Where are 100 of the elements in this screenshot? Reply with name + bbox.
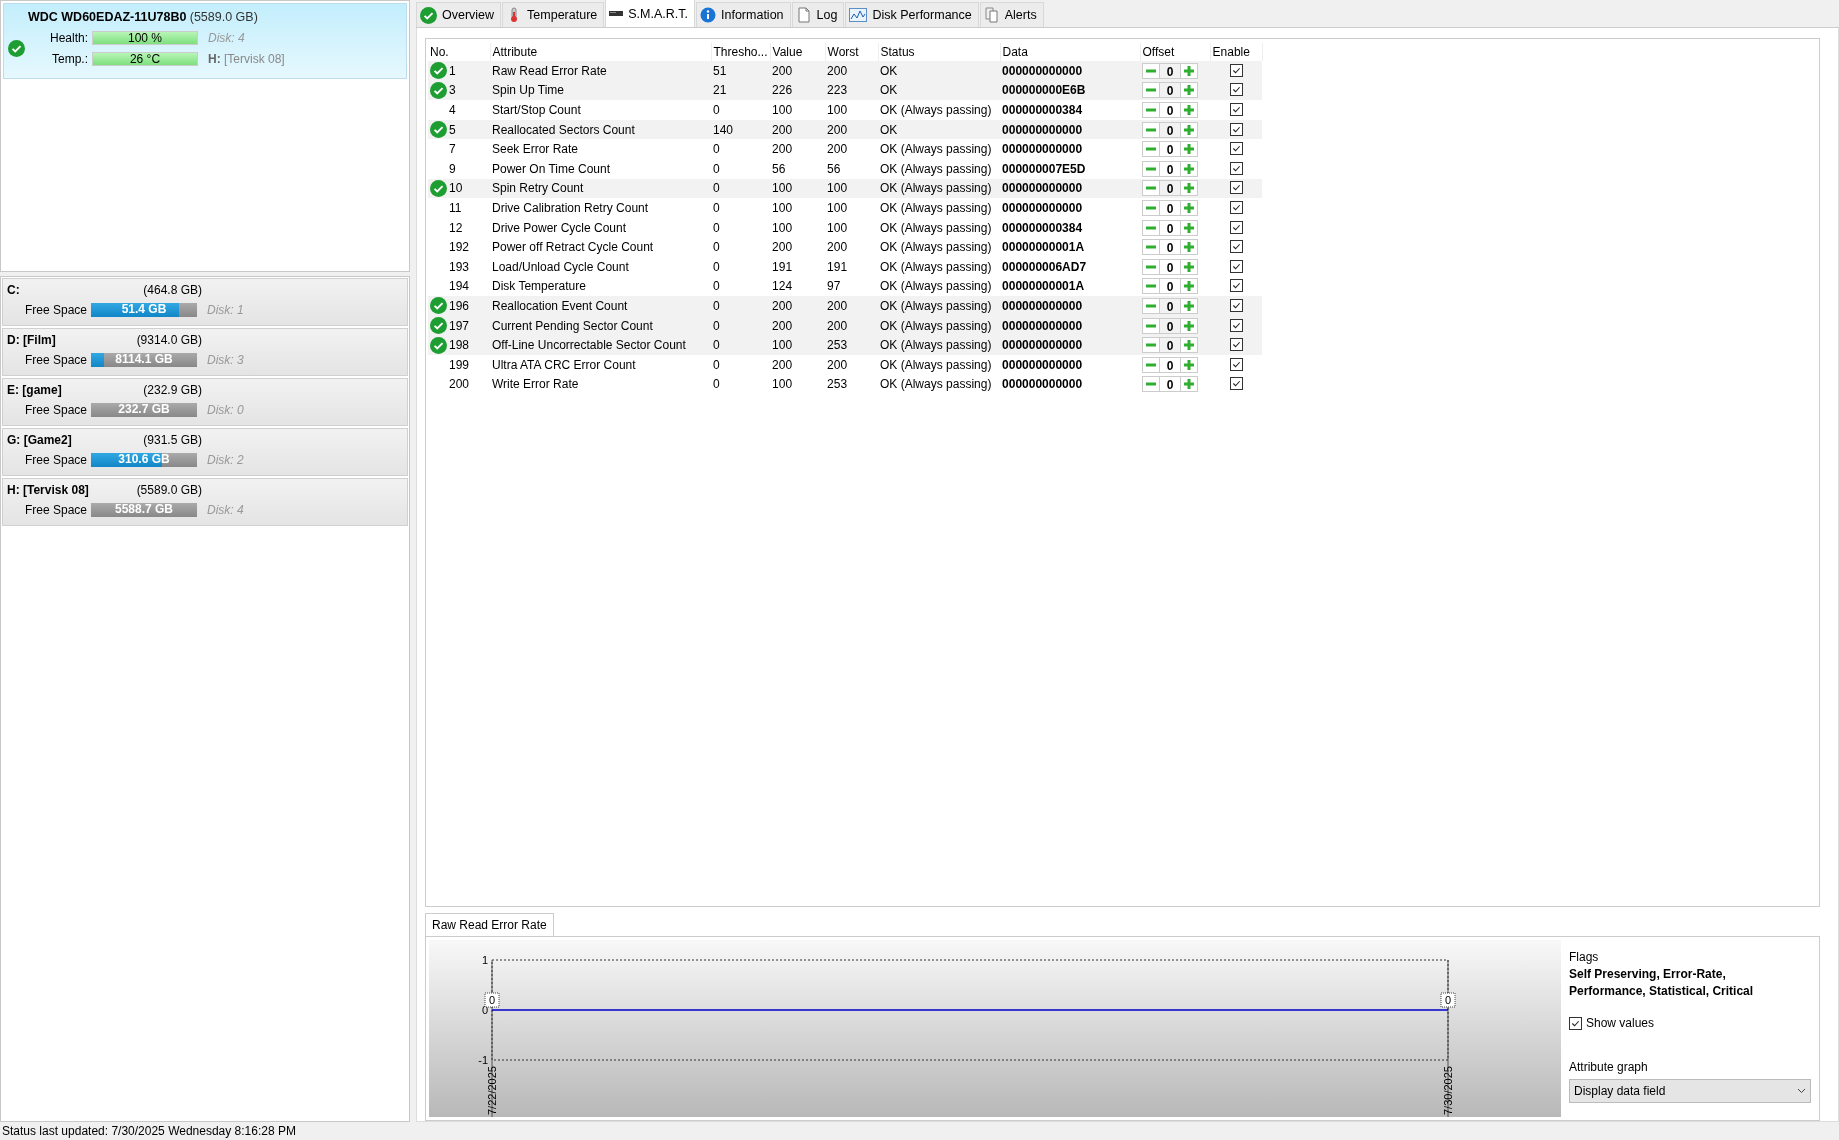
plus-button[interactable]: [1180, 82, 1199, 99]
plus-button[interactable]: [1180, 121, 1199, 138]
plus-button[interactable]: [1180, 199, 1199, 216]
minus-button[interactable]: [1142, 121, 1161, 138]
health-ok-icon: [8, 40, 25, 57]
temp-bar: 26 °C: [92, 52, 198, 66]
minus-button[interactable]: [1142, 180, 1161, 197]
plus-button[interactable]: [1180, 219, 1199, 236]
minus-button[interactable]: [1142, 258, 1161, 275]
table-cell: Raw Read Error Rate: [492, 63, 607, 78]
table-cell: 0: [713, 200, 720, 215]
table-cell: 0: [713, 338, 720, 353]
table-cell: 223: [827, 83, 848, 98]
tab[interactable]: Alerts: [979, 2, 1044, 27]
checkbox[interactable]: [1229, 200, 1243, 214]
volume-size: (9314.0 GB): [135, 333, 202, 347]
minus-button[interactable]: [1142, 356, 1161, 373]
plus-button[interactable]: [1180, 356, 1199, 373]
minus-button[interactable]: [1142, 337, 1161, 354]
disk-size: (5589.0 GB): [189, 10, 258, 24]
table-cell: 200: [772, 122, 793, 137]
volume-size: (232.9 GB): [142, 383, 202, 397]
checkbox[interactable]: [1229, 181, 1243, 195]
plus-button[interactable]: [1180, 317, 1199, 334]
plus-button[interactable]: [1180, 376, 1199, 393]
minus-button[interactable]: [1142, 297, 1161, 314]
table-cell: Off-Line Uncorrectable Sector Count: [492, 338, 686, 353]
volume-card[interactable]: E: [game] (232.9 GB) Free Space 232.7 GB Disk: 0: [2, 378, 408, 426]
volume-card[interactable]: D: [Film] (9314.0 GB) Free Space 8114.1 GB Disk: 3: [2, 328, 408, 376]
checkbox[interactable]: [1229, 142, 1243, 156]
volume-card[interactable]: C: (464.8 GB) Free Space 51.4 GB Disk: 1: [2, 278, 408, 326]
attribute-graph-dropdown[interactable]: Display data field: [1569, 1079, 1811, 1103]
table-cell: OK (Always passing): [880, 161, 992, 176]
minus-button[interactable]: [1142, 62, 1161, 79]
table-cell: 0: [713, 259, 720, 274]
minus-button[interactable]: [1142, 317, 1161, 334]
disk-card[interactable]: WDC WD60EDAZ-11U78B0 (5589.0 GB) Health: 100 % Disk: 4 Temp.: 26 °C H: [Tervisk 08]: [3, 3, 407, 79]
checkbox[interactable]: [1229, 279, 1243, 293]
tab[interactable]: Log: [791, 2, 845, 27]
free-space-label: Free Space: [23, 403, 87, 417]
graph-tab[interactable]: Raw Read Error Rate: [425, 913, 554, 936]
minus-button[interactable]: [1142, 219, 1161, 236]
plus-button[interactable]: [1180, 297, 1199, 314]
volume-card[interactable]: G: [Game2] (931.5 GB) Free Space 310.6 GB Disk: 2: [2, 428, 408, 476]
table-cell: OK: [880, 63, 898, 78]
plus-button[interactable]: [1180, 258, 1199, 275]
checkbox[interactable]: [1229, 298, 1243, 312]
tab[interactable]: Overview: [416, 2, 502, 27]
tab[interactable]: Temperature: [502, 2, 605, 27]
free-space-label: Free Space: [23, 453, 87, 467]
checkbox[interactable]: [1229, 318, 1243, 332]
free-space-label: Free Space: [23, 353, 87, 367]
plus-button[interactable]: [1180, 160, 1199, 177]
minus-button[interactable]: [1142, 102, 1161, 118]
plus-button[interactable]: [1180, 180, 1199, 197]
checkbox[interactable]: [1229, 357, 1243, 371]
plus-button[interactable]: [1180, 239, 1199, 256]
minus-button[interactable]: [1142, 160, 1161, 177]
table-cell: Disk Temperature: [492, 279, 586, 294]
tab[interactable]: S.M.A.R.T.: [605, 0, 695, 27]
checkbox[interactable]: [1229, 83, 1243, 97]
plus-button[interactable]: [1180, 62, 1199, 79]
table-cell: 100: [772, 338, 793, 353]
checkbox[interactable]: [1229, 220, 1243, 234]
table-cell: 000000007E5D: [1002, 161, 1086, 176]
minus-button[interactable]: [1142, 376, 1161, 393]
table-cell: 0: [713, 357, 720, 372]
volume-name: C:: [7, 283, 21, 297]
free-space-label: Free Space: [23, 303, 87, 317]
minus-button[interactable]: [1142, 82, 1161, 99]
checkbox[interactable]: [1229, 338, 1243, 352]
ok-icon: [430, 336, 447, 354]
minus-button[interactable]: [1142, 141, 1161, 158]
table-cell: 253: [827, 377, 848, 392]
health-label: Health:: [48, 31, 88, 45]
volume-card[interactable]: H: [Tervisk 08] (5589.0 GB) Free Space 5588.7 GB Disk: 4: [2, 478, 408, 526]
plus-button[interactable]: [1180, 102, 1199, 118]
checkbox[interactable]: [1229, 161, 1243, 175]
table-cell: Spin Retry Count: [492, 181, 584, 196]
table-cell: 000000000000: [1002, 298, 1083, 313]
checkbox[interactable]: [1229, 377, 1243, 391]
plus-button[interactable]: [1180, 337, 1199, 354]
checkbox[interactable]: [1229, 240, 1243, 254]
checkbox[interactable]: [1569, 1016, 1582, 1030]
page-icon: [795, 7, 812, 23]
plus-button[interactable]: [1180, 141, 1199, 158]
minus-button[interactable]: [1142, 278, 1161, 295]
checkbox[interactable]: [1229, 103, 1243, 116]
plus-button[interactable]: [1180, 278, 1199, 295]
tab[interactable]: Disk Performance: [845, 2, 979, 27]
minus-button[interactable]: [1142, 199, 1161, 216]
checkbox[interactable]: [1229, 259, 1243, 273]
tab[interactable]: Information: [696, 2, 791, 27]
table-cell: 3: [449, 83, 456, 98]
table-cell: 000000000000: [1002, 200, 1083, 215]
checkbox[interactable]: [1229, 122, 1243, 136]
minus-button[interactable]: [1142, 239, 1161, 256]
disk-number: Disk: 3: [207, 353, 245, 367]
plus-icon: [1183, 143, 1196, 156]
checkbox[interactable]: [1229, 63, 1243, 77]
